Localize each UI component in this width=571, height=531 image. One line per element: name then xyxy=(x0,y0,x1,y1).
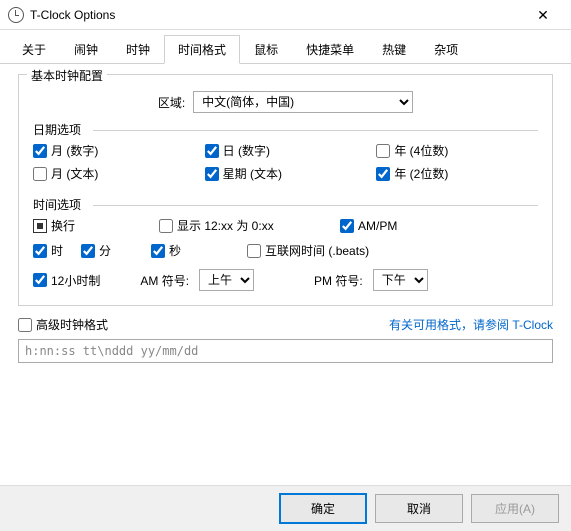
internet-time-checkbox[interactable]: 互联网时间 (.beats) xyxy=(247,242,369,259)
tab-mouse[interactable]: 鼠标 xyxy=(240,35,292,64)
weekday-text-checkbox[interactable]: 星期 (文本) xyxy=(205,165,367,182)
ok-button[interactable]: 确定 xyxy=(279,493,367,524)
minute-checkbox[interactable]: 分 xyxy=(81,242,111,259)
month-num-checkbox[interactable]: 月 (数字) xyxy=(33,142,195,159)
apply-button[interactable]: 应用(A) xyxy=(471,494,559,523)
tab-misc[interactable]: 杂项 xyxy=(420,35,472,64)
tab-alarm[interactable]: 闹钟 xyxy=(60,35,112,64)
window-title: T-Clock Options xyxy=(30,8,523,22)
tab-time-format[interactable]: 时间格式 xyxy=(164,35,240,64)
hour-checkbox[interactable]: 时 xyxy=(33,242,63,259)
tab-quick-menu[interactable]: 快捷菜单 xyxy=(292,35,368,64)
locale-label: 区域: xyxy=(158,94,185,111)
ampm-checkbox[interactable]: AM/PM xyxy=(340,219,538,233)
locale-select[interactable]: 中文(简体，中国) xyxy=(193,91,413,113)
h12-checkbox[interactable]: 12小时制 xyxy=(33,272,100,289)
basic-clock-group: 基本时钟配置 区域: 中文(简体，中国) 日期选项 月 (数字) 日 (数字) … xyxy=(18,74,553,306)
pm-symbol-select[interactable]: 下午 xyxy=(373,269,428,291)
year2-checkbox[interactable]: 年 (2位数) xyxy=(376,165,538,182)
linebreak-checkbox[interactable]: 换行 xyxy=(33,217,153,234)
tab-clock[interactable]: 时钟 xyxy=(112,35,164,64)
month-text-checkbox[interactable]: 月 (文本) xyxy=(33,165,195,182)
clock-icon xyxy=(8,7,24,23)
year4-checkbox[interactable]: 年 (4位数) xyxy=(376,142,538,159)
am-symbol-select[interactable]: 上午 xyxy=(199,269,254,291)
tabs: 关于 闹钟 时钟 时间格式 鼠标 快捷菜单 热键 杂项 xyxy=(0,30,571,64)
format-input[interactable] xyxy=(18,339,553,363)
am-symbol-label: AM 符号: xyxy=(140,272,189,289)
show12as0-checkbox[interactable]: 显示 12:xx 为 0:xx xyxy=(159,217,334,234)
basic-group-label: 基本时钟配置 xyxy=(27,67,107,84)
tab-about[interactable]: 关于 xyxy=(8,35,60,64)
footer: 确定 取消 应用(A) xyxy=(0,485,571,531)
format-help-link[interactable]: 有关可用格式，请参阅 T-Clock xyxy=(389,316,553,333)
pm-symbol-label: PM 符号: xyxy=(314,272,363,289)
time-options-label: 时间选项 xyxy=(33,196,538,213)
advanced-format-checkbox[interactable]: 高级时钟格式 xyxy=(18,316,108,333)
close-button[interactable]: ✕ xyxy=(523,1,563,29)
content: 基本时钟配置 区域: 中文(简体，中国) 日期选项 月 (数字) 日 (数字) … xyxy=(0,64,571,373)
cancel-button[interactable]: 取消 xyxy=(375,494,463,523)
tab-hotkey[interactable]: 热键 xyxy=(368,35,420,64)
date-options-label: 日期选项 xyxy=(33,121,538,138)
titlebar: T-Clock Options ✕ xyxy=(0,0,571,30)
second-checkbox[interactable]: 秒 xyxy=(151,242,181,259)
day-num-checkbox[interactable]: 日 (数字) xyxy=(205,142,367,159)
